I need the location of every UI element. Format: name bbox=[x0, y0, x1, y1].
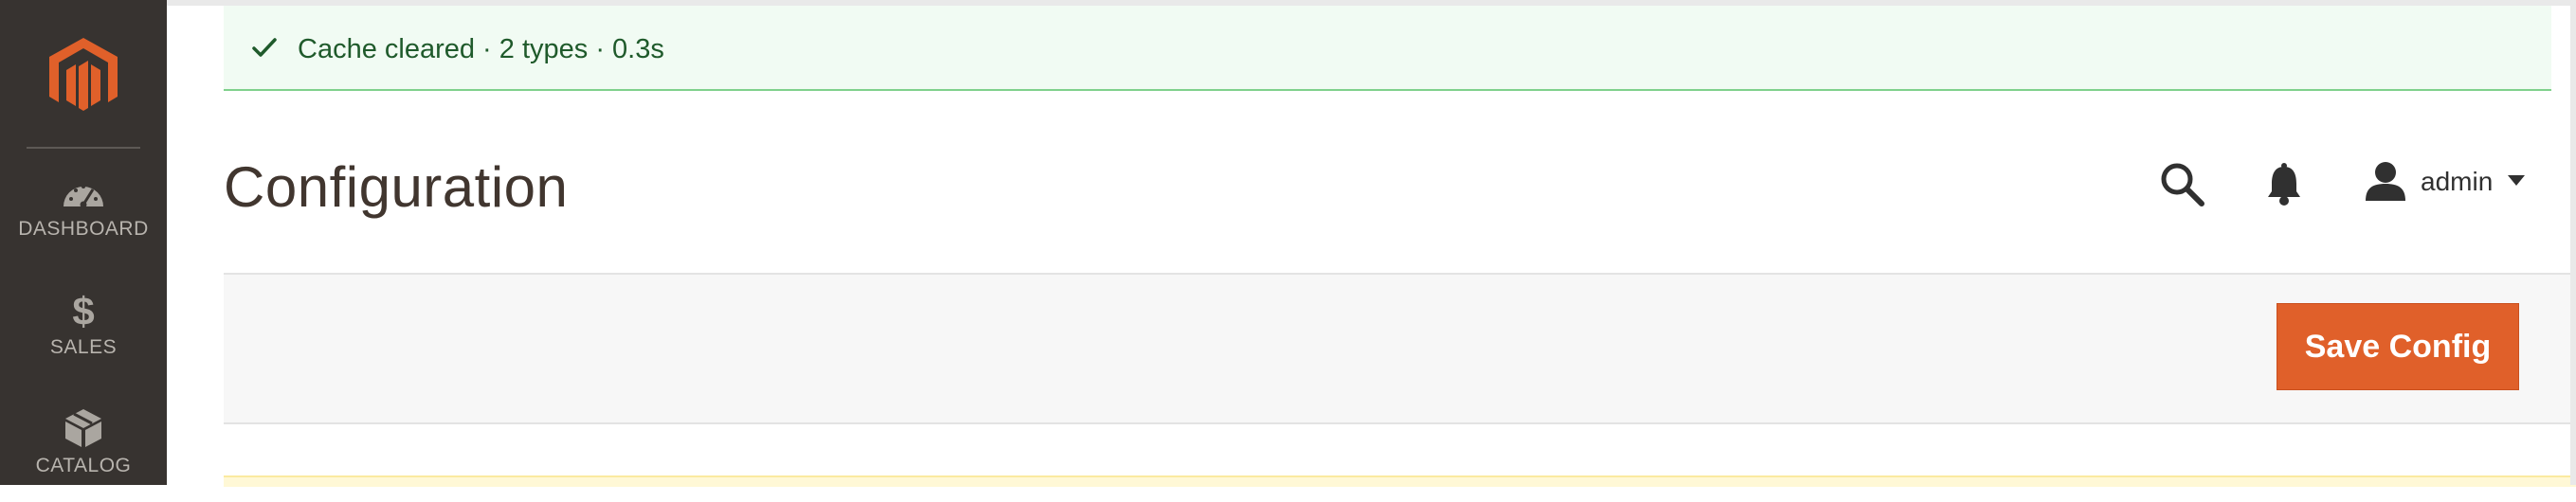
save-config-button[interactable]: Save Config bbox=[2277, 303, 2519, 390]
check-icon bbox=[252, 37, 277, 63]
sidebar-item-label: DASHBOARD bbox=[18, 218, 149, 240]
sidebar-item-label: CATALOG bbox=[35, 455, 132, 476]
user-icon bbox=[2366, 161, 2405, 206]
page-title: Configuration bbox=[224, 155, 569, 219]
dollar-icon: $ bbox=[0, 289, 167, 332]
page-actions-bar bbox=[224, 273, 2576, 424]
sidebar-divider bbox=[27, 147, 140, 149]
bell-icon bbox=[2268, 163, 2300, 206]
magento-logo-link[interactable] bbox=[0, 0, 167, 148]
speedometer-icon bbox=[0, 178, 167, 208]
success-message-text: Cache cleared · 2 types · 0.3s bbox=[298, 34, 664, 64]
box-icon bbox=[0, 407, 167, 449]
notice-message bbox=[224, 475, 2576, 487]
scrollbar[interactable] bbox=[2570, 0, 2576, 485]
chevron-down-icon bbox=[2508, 174, 2525, 191]
global-search-button[interactable] bbox=[2159, 161, 2206, 208]
notifications-button[interactable] bbox=[2265, 163, 2303, 206]
sidebar-item-catalog[interactable]: CATALOG bbox=[0, 398, 167, 502]
svg-text:$: $ bbox=[72, 289, 94, 332]
success-message: Cache cleared · 2 types · 0.3s bbox=[224, 6, 2551, 91]
admin-username: admin bbox=[2421, 167, 2494, 196]
search-icon bbox=[2161, 163, 2204, 206]
sidebar-item-sales[interactable]: $ SALES bbox=[0, 279, 167, 384]
sidebar-item-dashboard[interactable]: DASHBOARD bbox=[0, 161, 167, 265]
admin-sidebar: DASHBOARD $ SALES CATALOG bbox=[0, 0, 167, 485]
magento-logo-icon bbox=[49, 38, 118, 111]
sidebar-item-label: SALES bbox=[49, 336, 118, 358]
